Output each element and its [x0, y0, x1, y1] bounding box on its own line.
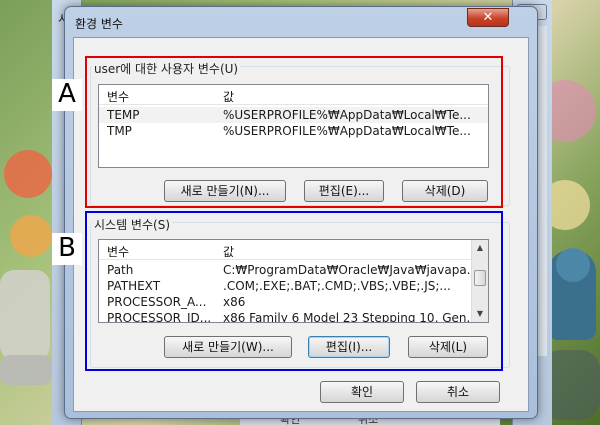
wallpaper-device — [0, 355, 52, 385]
annotation-box-b — [85, 211, 503, 371]
dialog-title: 환경 변수 — [75, 17, 123, 31]
close-button[interactable]: ✕ — [467, 8, 509, 27]
annotation-label-b: B — [52, 233, 82, 265]
annotation-box-a — [85, 56, 503, 208]
title-bar[interactable]: 환경 변수 ✕ — [65, 7, 537, 37]
ok-button[interactable]: 확인 — [320, 381, 404, 403]
cancel-button[interactable]: 취소 — [416, 381, 500, 403]
wallpaper-shape — [4, 150, 52, 198]
wallpaper-device — [0, 270, 50, 360]
close-icon: ✕ — [482, 10, 494, 25]
wallpaper-shape — [10, 215, 52, 257]
annotation-label-a: A — [52, 79, 82, 111]
wallpaper-robot-head — [556, 248, 590, 282]
